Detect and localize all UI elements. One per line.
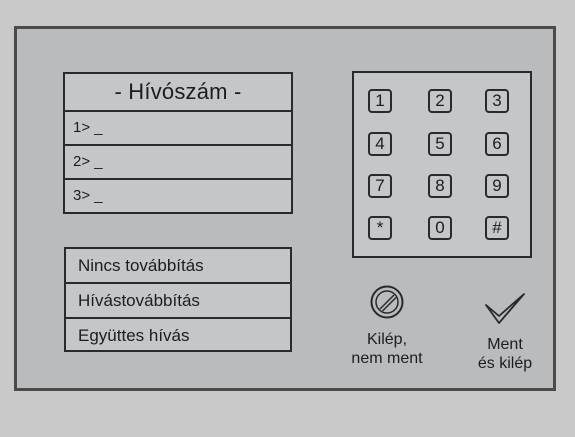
key-4[interactable]: 4 xyxy=(368,132,392,156)
key-7[interactable]: 7 xyxy=(368,174,392,198)
save-label-line1: Ment xyxy=(487,336,523,353)
option-no-forwarding[interactable]: Nincs továbbítás xyxy=(66,249,290,284)
key-star[interactable]: * xyxy=(368,216,392,240)
key-3[interactable]: 3 xyxy=(485,89,509,113)
cancel-label-line1: Kilép, xyxy=(366,331,408,348)
call-number-entry-1[interactable]: 1> _ xyxy=(65,112,291,146)
key-5[interactable]: 5 xyxy=(428,132,452,156)
no-entry-icon xyxy=(370,285,404,319)
key-0[interactable]: 0 xyxy=(428,216,452,240)
key-8[interactable]: 8 xyxy=(428,174,452,198)
call-number-entry-3[interactable]: 3> _ xyxy=(65,180,291,214)
key-6[interactable]: 6 xyxy=(485,132,509,156)
key-1[interactable]: 1 xyxy=(368,89,392,113)
cancel-label-line2: nem ment xyxy=(351,350,423,367)
save-button[interactable]: Ment és kilép xyxy=(455,291,555,373)
forward-options-list: Nincs továbbítás Hívástovábbítás Együtte… xyxy=(64,247,292,352)
key-hash[interactable]: # xyxy=(485,216,509,240)
cancel-button[interactable]: Kilép, nem ment xyxy=(335,284,439,368)
option-call-forwarding[interactable]: Hívástovábbítás xyxy=(66,284,290,319)
phone-settings-panel: - Hívószám - 1> _ 2> _ 3> _ Nincs tovább… xyxy=(14,26,556,391)
option-joint-call[interactable]: Együttes hívás xyxy=(66,319,290,354)
key-2[interactable]: 2 xyxy=(428,89,452,113)
checkmark-icon xyxy=(485,293,525,324)
save-label-line2: és kilép xyxy=(477,355,533,372)
call-number-entry-2[interactable]: 2> _ xyxy=(65,146,291,180)
call-number-title: - Hívószám - xyxy=(65,74,291,112)
key-9[interactable]: 9 xyxy=(485,174,509,198)
call-number-box: - Hívószám - 1> _ 2> _ 3> _ xyxy=(63,72,293,214)
keypad: 1 2 3 4 5 6 7 8 9 * 0 # xyxy=(352,71,532,258)
